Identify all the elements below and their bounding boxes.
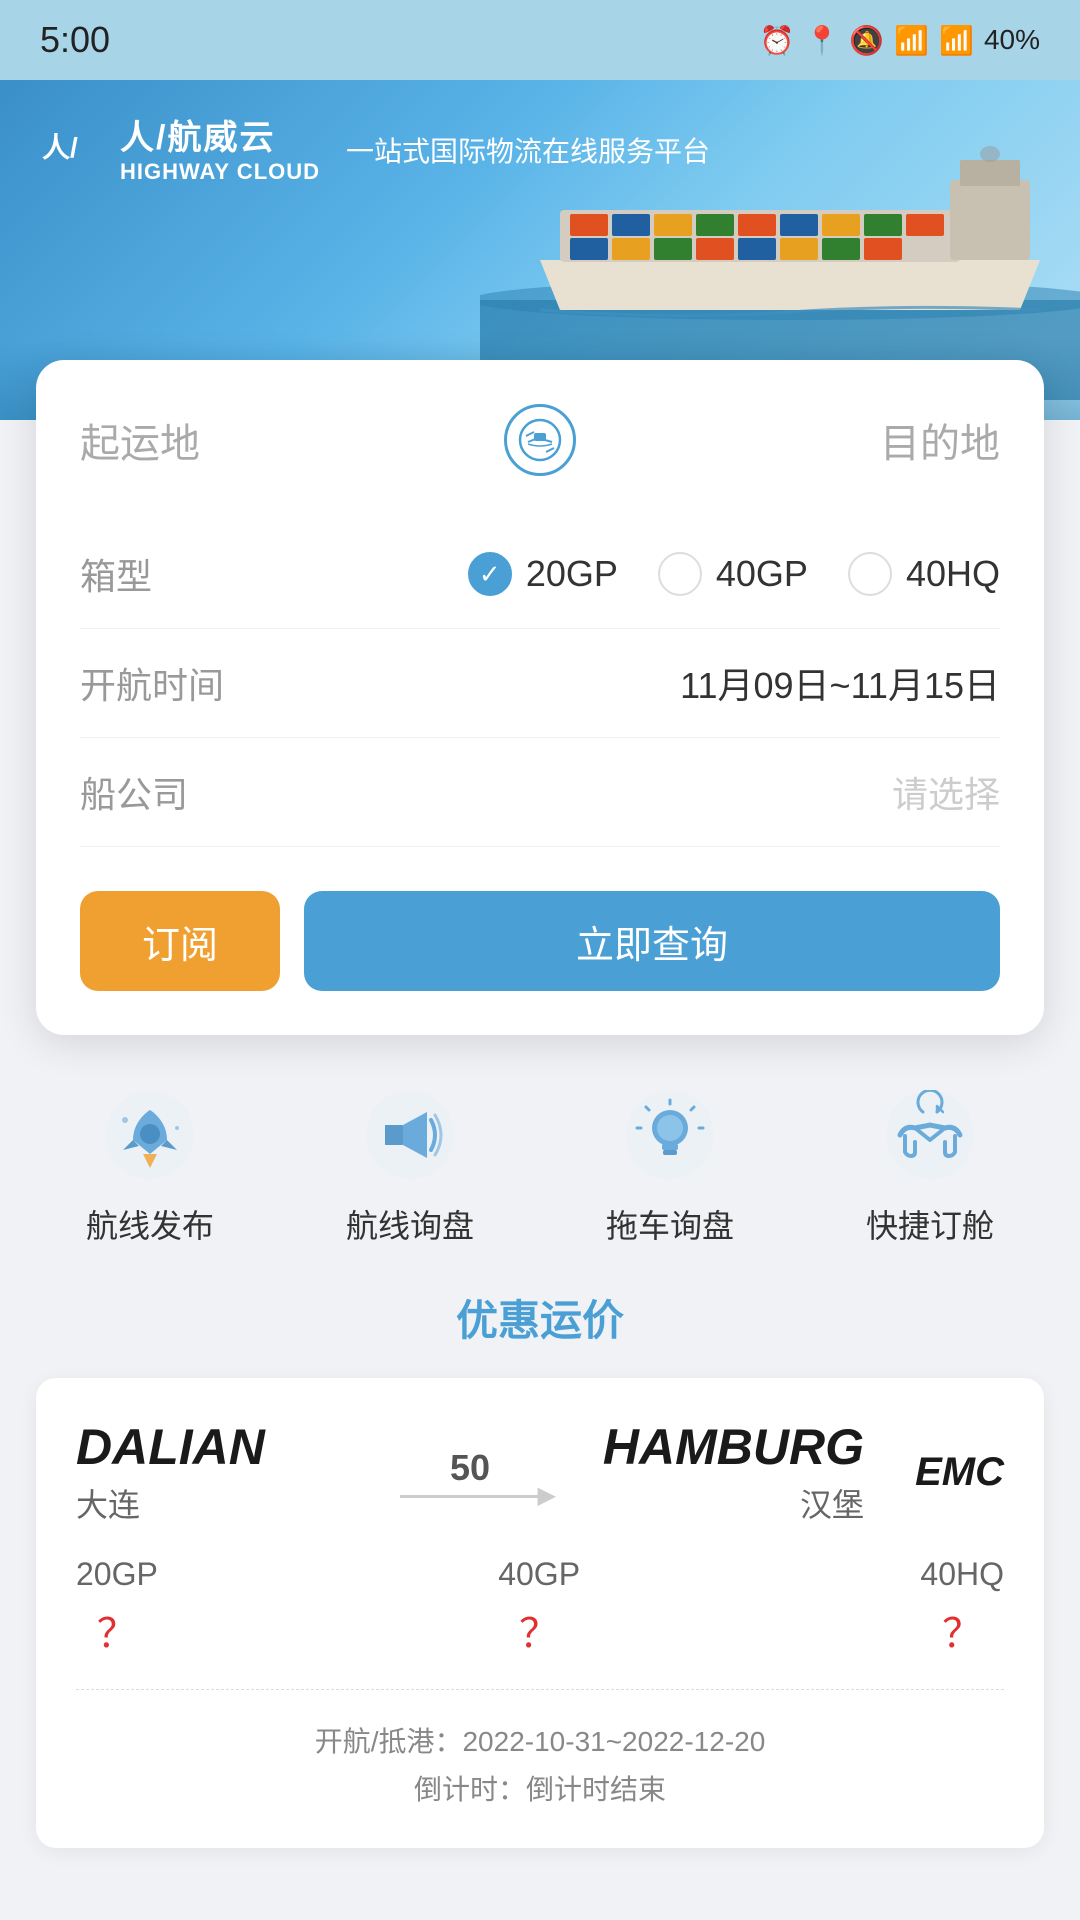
logo-cn: 人/航威云 xyxy=(120,110,320,159)
search-card: 起运地 目的地 箱型 ✓ xyxy=(36,360,1044,1035)
port-selector-row[interactable]: 起运地 目的地 xyxy=(80,400,1000,480)
shipping-company-value[interactable]: 请选择 xyxy=(892,766,1000,818)
container-20gp[interactable]: ✓ 20GP xyxy=(468,552,618,596)
check-icon-20gp: ✓ xyxy=(479,559,501,590)
price-value-40hq: ？ xyxy=(942,1601,982,1659)
action-buttons: 订阅 立即查询 xyxy=(80,891,1000,991)
to-port-name: HAMBURG xyxy=(550,1418,864,1476)
megaphone-icon xyxy=(365,1090,455,1180)
route-inquiry-label: 航线询盘 xyxy=(346,1201,474,1247)
from-port-cn: 大连 xyxy=(76,1480,390,1526)
radio-40gp[interactable]: ✓ xyxy=(658,552,702,596)
quick-item-truck-inquiry[interactable]: 拖车询盘 xyxy=(606,1085,734,1247)
location-icon: 📍 xyxy=(804,24,839,57)
price-value-40gp: ？ xyxy=(519,1601,559,1659)
container-40gp[interactable]: ✓ 40GP xyxy=(658,552,808,596)
route-inquiry-icon xyxy=(360,1085,460,1185)
shipping-company-row[interactable]: 船公司 请选择 xyxy=(80,738,1000,847)
price-type-40hq: 40HQ xyxy=(920,1556,1004,1593)
truck-inquiry-icon xyxy=(620,1085,720,1185)
quick-item-route-inquiry[interactable]: 航线询盘 xyxy=(346,1085,474,1247)
subscribe-button[interactable]: 订阅 xyxy=(80,891,280,991)
swap-button[interactable] xyxy=(500,400,580,480)
origin-port-label[interactable]: 起运地 xyxy=(80,411,200,469)
route-publish-label: 航线发布 xyxy=(86,1201,214,1247)
transit-days: 50 xyxy=(450,1447,490,1489)
departure-date-value[interactable]: 11月09日~11月15日 xyxy=(680,657,1000,709)
truck-inquiry-label: 拖车询盘 xyxy=(606,1201,734,1247)
container-options[interactable]: ✓ 20GP ✓ 40GP ✓ 40HQ xyxy=(468,552,1000,596)
swap-icon[interactable] xyxy=(504,404,576,476)
price-40hq: 40HQ ？ xyxy=(920,1556,1004,1659)
logo-svg-icon: 人/ xyxy=(40,123,110,173)
signal-icon: 📶 xyxy=(939,24,974,57)
rate-card[interactable]: DALIAN 大连 50 HAMBURG 汉堡 EMC 20GP ？ 40GP … xyxy=(36,1378,1044,1848)
quick-menu: 航线发布 航线询盘 xyxy=(0,1035,1080,1277)
alarm-icon: ⏰ xyxy=(760,24,795,57)
wifi-icon: 📶 xyxy=(894,24,929,57)
status-time: 5:00 xyxy=(40,19,110,61)
container-type-row: 箱型 ✓ 20GP ✓ 40GP ✓ 40HQ xyxy=(80,520,1000,629)
rate-prices: 20GP ？ 40GP ？ 40HQ ？ xyxy=(76,1556,1004,1690)
to-port-cn: 汉堡 xyxy=(550,1480,864,1526)
container-label: 箱型 xyxy=(80,548,220,600)
battery-label: 40% xyxy=(984,24,1040,56)
query-button[interactable]: 立即查询 xyxy=(304,891,1000,991)
price-40gp: 40GP ？ xyxy=(498,1556,580,1659)
countdown-text: 倒计时：倒计时结束 xyxy=(76,1768,1004,1808)
route-arrow xyxy=(400,1495,540,1498)
status-bar: 5:00 ⏰ 📍 🔕 📶 📶 40% xyxy=(0,0,1080,80)
price-type-40gp: 40GP xyxy=(498,1556,580,1593)
logo-brand: 人/航威云 HIGHWAY CLOUD xyxy=(120,110,320,185)
label-20gp: 20GP xyxy=(526,553,618,595)
shipping-company: EMC xyxy=(864,1450,1004,1495)
svg-text:人/: 人/ xyxy=(42,132,78,163)
sail-date-text: 开航/抵港：2022-10-31~2022-12-20 xyxy=(76,1720,1004,1760)
mute-icon: 🔕 xyxy=(849,24,884,57)
departure-date-label: 开航时间 xyxy=(80,657,224,709)
rate-footer: 开航/抵港：2022-10-31~2022-12-20 倒计时：倒计时结束 xyxy=(76,1720,1004,1808)
rate-from-port: DALIAN 大连 xyxy=(76,1418,390,1526)
transit-info: 50 xyxy=(390,1447,550,1498)
label-40gp: 40GP xyxy=(716,553,808,595)
rate-to-port: HAMBURG 汉堡 xyxy=(550,1418,864,1526)
route-publish-icon xyxy=(100,1085,200,1185)
price-value-20gp: ？ xyxy=(97,1601,137,1659)
logo-en: HIGHWAY CLOUD xyxy=(120,159,320,185)
status-icons: ⏰ 📍 🔕 📶 📶 40% xyxy=(760,24,1040,57)
label-40hq: 40HQ xyxy=(906,553,1000,595)
price-type-20gp: 20GP xyxy=(76,1556,158,1593)
rocket-icon xyxy=(105,1090,195,1180)
departure-date-row[interactable]: 开航时间 11月09日~11月15日 xyxy=(80,629,1000,738)
destination-port-label[interactable]: 目的地 xyxy=(880,411,1000,469)
radio-40hq[interactable]: ✓ xyxy=(848,552,892,596)
quick-item-quick-booking[interactable]: 快捷订舱 xyxy=(866,1085,994,1247)
quick-booking-label: 快捷订舱 xyxy=(866,1201,994,1247)
company-name: EMC xyxy=(864,1450,1004,1495)
bulb-icon xyxy=(625,1090,715,1180)
swap-arrows-icon xyxy=(518,418,562,462)
rate-header: DALIAN 大连 50 HAMBURG 汉堡 EMC xyxy=(76,1418,1004,1526)
section-title-discount: 优惠运价 xyxy=(0,1277,1080,1378)
handshake-icon xyxy=(885,1090,975,1180)
container-40hq[interactable]: ✓ 40HQ xyxy=(848,552,1000,596)
from-port-name: DALIAN xyxy=(76,1418,390,1476)
quick-booking-icon xyxy=(880,1085,980,1185)
radio-20gp[interactable]: ✓ xyxy=(468,552,512,596)
quick-item-route-publish[interactable]: 航线发布 xyxy=(86,1085,214,1247)
price-20gp: 20GP ？ xyxy=(76,1556,158,1659)
shipping-company-label: 船公司 xyxy=(80,766,220,818)
